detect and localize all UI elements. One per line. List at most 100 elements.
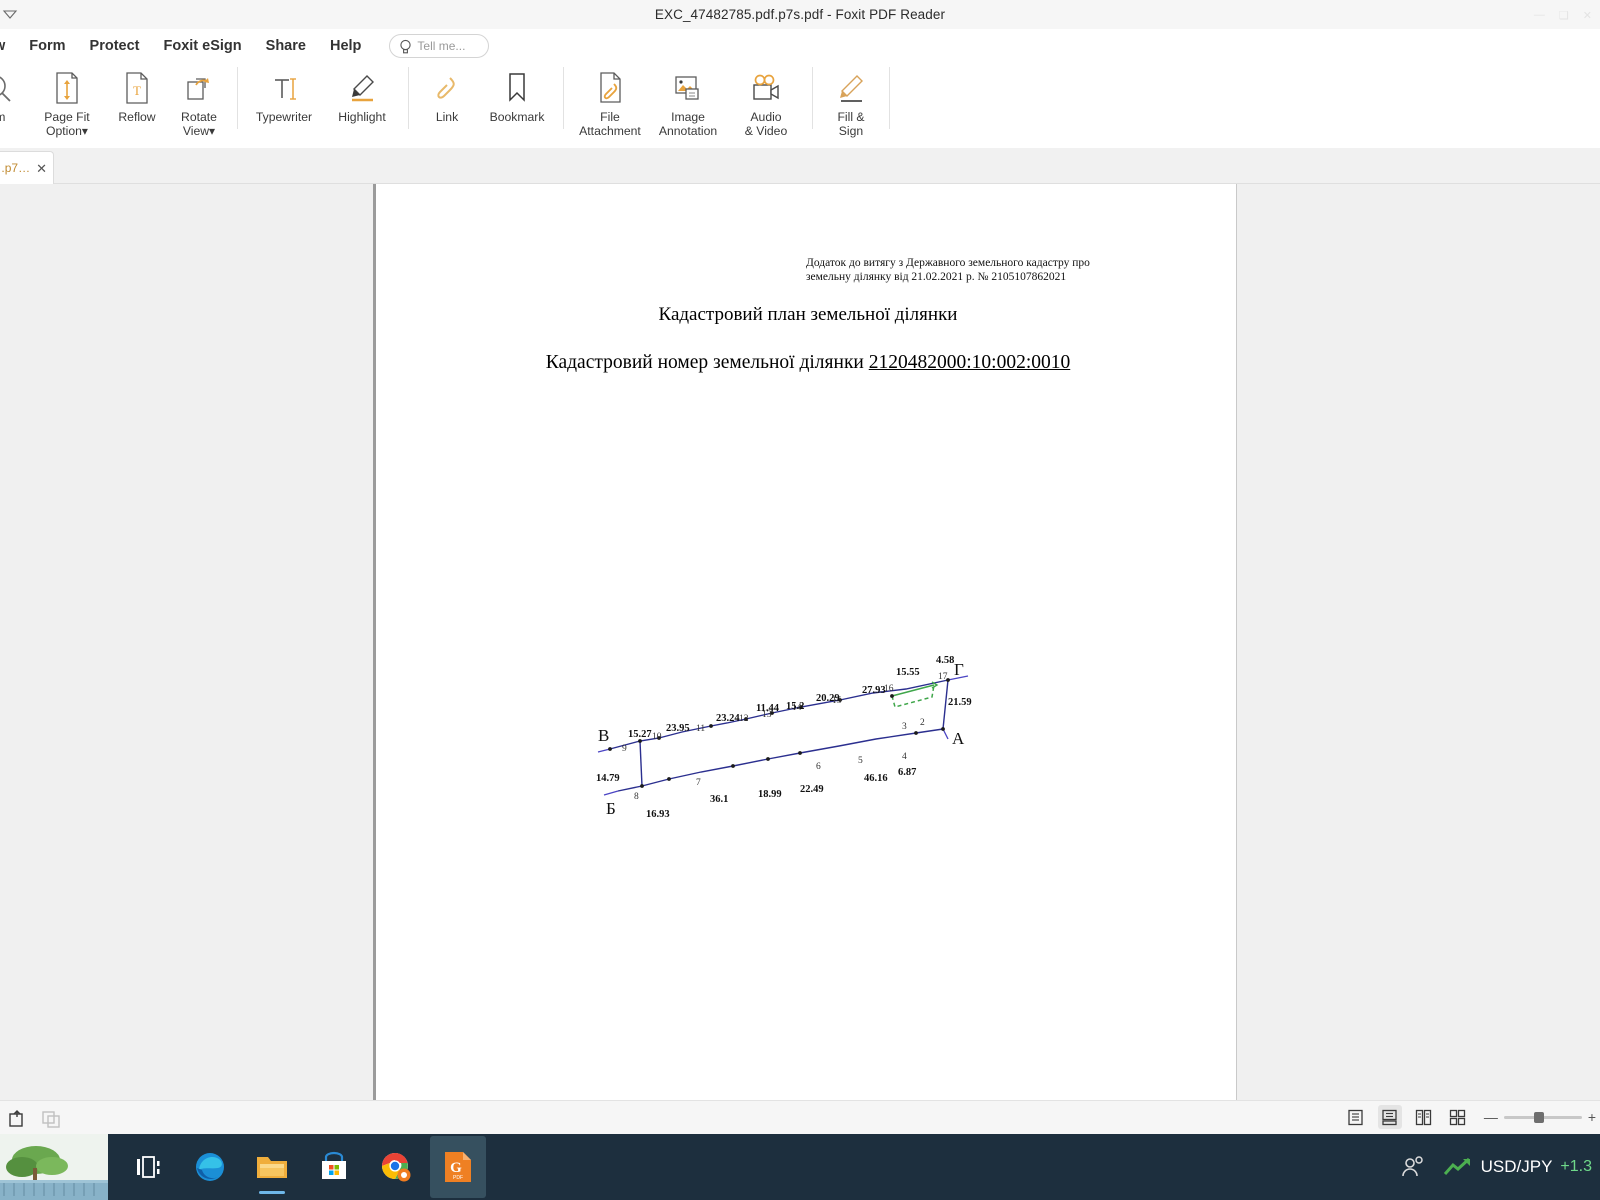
fill-sign-label: Fill & Sign — [837, 110, 865, 138]
two-page-scroll-view-icon[interactable] — [1446, 1105, 1470, 1129]
app-root: EXC_47482785.pdf.p7s.pdf - Foxit PDF Rea… — [0, 0, 1600, 1200]
rotate-view-button[interactable]: Rotate View▾ — [168, 63, 230, 143]
svg-text:18.99: 18.99 — [758, 789, 782, 800]
two-page-view-icon[interactable] — [1412, 1105, 1436, 1129]
menu-share[interactable]: Share — [254, 38, 318, 54]
svg-text:11: 11 — [696, 724, 705, 734]
svg-text:20.29: 20.29 — [816, 693, 840, 704]
task-view-icon[interactable] — [120, 1136, 176, 1198]
close-button[interactable]: ✕ — [1583, 9, 1592, 22]
svg-text:12: 12 — [739, 714, 749, 724]
ribbon-group-comment: Typewriter Highlight — [245, 63, 401, 148]
link-button[interactable]: Link — [416, 63, 478, 143]
status-bar-right-tools: — + — [1344, 1105, 1596, 1129]
audio-video-button[interactable]: Audio & Video — [727, 63, 805, 143]
status-bar-left-tools — [6, 1107, 62, 1129]
svg-text:21.59: 21.59 — [948, 697, 972, 708]
svg-text:5: 5 — [858, 756, 863, 766]
document-tab-close-icon[interactable]: ✕ — [36, 162, 47, 175]
taskbar-tray: USD/JPY +1.3 — [1399, 1134, 1600, 1200]
document-header-note: Додаток до витягу з Державного земельног… — [806, 256, 1106, 284]
maximize-button[interactable]: ❑ — [1559, 9, 1569, 22]
foxit-pdf-reader-icon[interactable]: G PDF — [430, 1136, 486, 1198]
svg-text:15.55: 15.55 — [896, 667, 920, 678]
panel-toggle-icon[interactable] — [40, 1107, 62, 1129]
svg-text:T: T — [133, 83, 141, 98]
plan-svg: В Б Г А 9 10 11 12 13 14 15 16 17 2 3 4 … — [596, 655, 972, 820]
cadastral-number: 2120482000:10:002:0010 — [868, 352, 1071, 373]
image-annotation-icon — [672, 68, 704, 108]
bookmark-button[interactable]: Bookmark — [478, 63, 556, 143]
document-subtitle-prefix: Кадастровий номер земельної ділянки — [545, 352, 869, 373]
bookmark-label: Bookmark — [489, 110, 545, 124]
zoom-out-button[interactable]: — — [1484, 1109, 1498, 1125]
cadastral-plan-diagram: В Б Г А 9 10 11 12 13 14 15 16 17 2 3 4 … — [596, 639, 1016, 829]
zoom-slider-knob[interactable] — [1533, 1111, 1544, 1123]
svg-text:36.1: 36.1 — [710, 794, 728, 805]
tell-me-placeholder: Tell me... — [417, 39, 466, 53]
corner-label-A: А — [952, 729, 965, 748]
svg-text:15.2: 15.2 — [786, 701, 804, 712]
typewriter-button[interactable]: Typewriter — [245, 63, 323, 143]
ribbon-separator-1 — [237, 67, 238, 129]
zoom-button[interactable]: om — [0, 63, 28, 143]
menu-view-truncated[interactable]: w — [0, 38, 17, 54]
reflow-button[interactable]: T Reflow — [106, 63, 168, 143]
highlight-label: Highlight — [338, 110, 386, 124]
window-title: EXC_47482785.pdf.p7s.pdf - Foxit PDF Rea… — [654, 7, 946, 22]
people-icon[interactable] — [1399, 1153, 1427, 1181]
desktop-wallpaper-thumbnail[interactable] — [0, 1134, 108, 1200]
page-fit-option-button[interactable]: Page Fit Option▾ — [28, 63, 106, 143]
snapshot-icon[interactable] — [6, 1107, 28, 1129]
rotate-view-icon — [184, 68, 214, 108]
svg-text:PDF: PDF — [453, 1175, 463, 1181]
menu-protect[interactable]: Protect — [78, 38, 152, 54]
microsoft-edge-icon[interactable] — [182, 1136, 238, 1198]
corner-label-G: Г — [954, 660, 964, 679]
continuous-scroll-view-icon[interactable] — [1377, 1105, 1402, 1129]
tell-me-search-box[interactable]: Tell me... — [389, 34, 490, 58]
svg-text:4: 4 — [902, 752, 907, 762]
google-chrome-icon[interactable] — [368, 1136, 424, 1198]
zoom-in-button[interactable]: + — [1588, 1109, 1596, 1125]
fill-sign-button[interactable]: Fill & Sign — [820, 63, 882, 143]
stock-symbol: USD/JPY — [1480, 1157, 1553, 1176]
ribbon-group-media: File Attachment Image Annotation Audio &… — [571, 63, 805, 148]
document-header-line-1: Додаток до витягу з Державного земельног… — [806, 257, 1090, 269]
highlight-button[interactable]: Highlight — [323, 63, 401, 143]
menu-help[interactable]: Help — [318, 38, 373, 54]
menu-form[interactable]: Form — [17, 38, 77, 54]
svg-text:6.87: 6.87 — [898, 767, 916, 778]
single-page-view-icon[interactable] — [1344, 1105, 1368, 1129]
page-fit-icon — [52, 68, 82, 108]
zoom-slider[interactable]: — + — [1484, 1109, 1596, 1125]
ribbon-separator-5 — [889, 67, 890, 129]
ribbon-group-view: om Page Fit Option▾ — [0, 63, 230, 148]
typewriter-icon — [267, 68, 301, 108]
file-explorer-icon[interactable] — [244, 1136, 300, 1198]
document-tab[interactable]: .p7… ✕ — [0, 151, 54, 184]
trend-up-icon — [1443, 1157, 1470, 1175]
svg-text:6: 6 — [816, 762, 821, 772]
title-bar: EXC_47482785.pdf.p7s.pdf - Foxit PDF Rea… — [0, 0, 1600, 29]
image-annotation-button[interactable]: Image Annotation — [649, 63, 727, 143]
window-controls[interactable]: — ❑ ✕ — [1462, 6, 1592, 24]
zoom-icon — [0, 68, 13, 108]
stock-widget[interactable]: USD/JPY +1.3 — [1443, 1156, 1592, 1178]
file-attachment-button[interactable]: File Attachment — [571, 63, 649, 143]
page-fit-option-label: Page Fit Option▾ — [44, 110, 90, 138]
document-header-line-2: земельну ділянку від 21.02.2021 р. № 210… — [806, 271, 1067, 283]
minimize-button[interactable]: — — [1534, 9, 1545, 21]
microsoft-store-icon[interactable] — [306, 1136, 362, 1198]
svg-text:3: 3 — [902, 722, 907, 732]
menu-bar: w Form Protect Foxit eSign Share Help Te… — [0, 29, 1600, 63]
corner-label-B: В — [598, 726, 609, 745]
pdf-viewer-area[interactable]: Додаток до витягу з Державного земельног… — [0, 184, 1600, 1100]
zoom-slider-track[interactable] — [1503, 1111, 1582, 1123]
menu-foxit-esign[interactable]: Foxit eSign — [152, 38, 254, 54]
quick-access-caret-icon[interactable] — [2, 8, 18, 22]
document-title: Кадастровий план земельної ділянки — [658, 304, 958, 325]
typewriter-label: Typewriter — [255, 110, 313, 124]
plan-vertex-numbers: 9 10 11 12 13 14 15 16 17 2 3 4 5 6 7 8 — [622, 672, 948, 802]
svg-text:46.16: 46.16 — [864, 773, 888, 784]
